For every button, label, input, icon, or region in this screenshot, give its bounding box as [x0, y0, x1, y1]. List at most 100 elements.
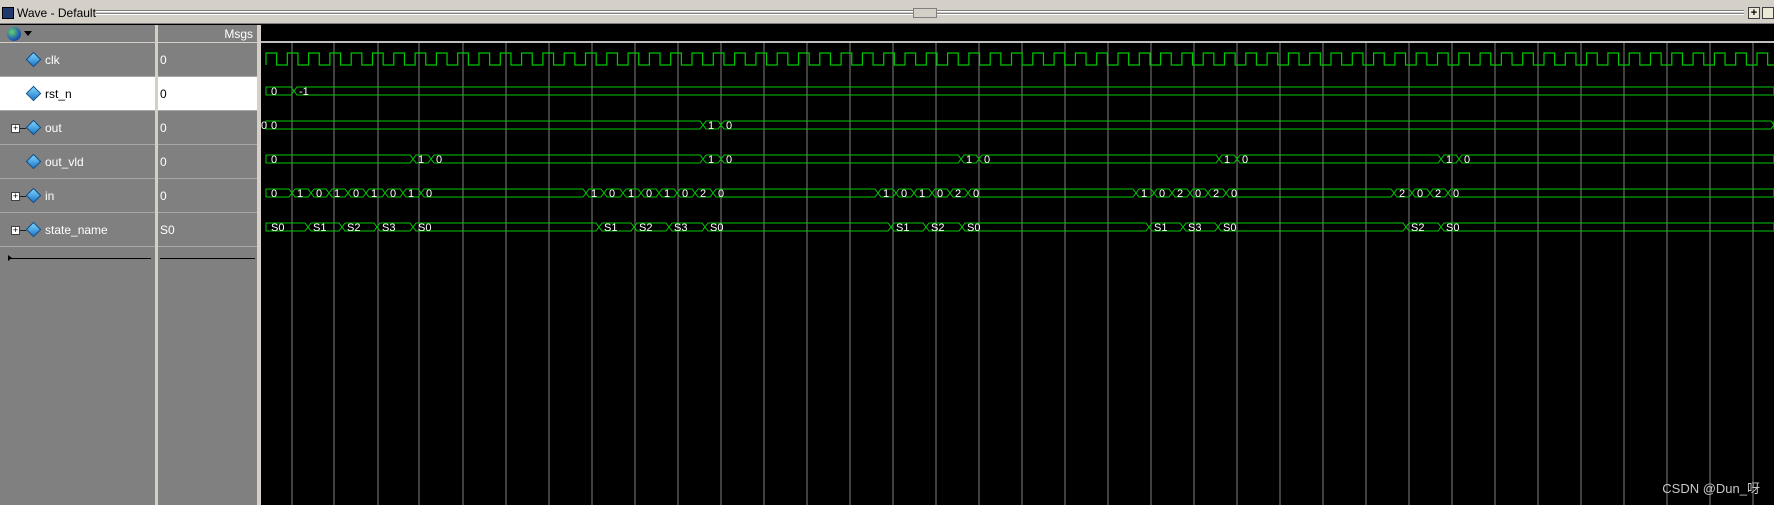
bus-value-label: 1 — [919, 188, 925, 200]
drag-handle[interactable] — [913, 8, 937, 18]
signal-value-in: 0 — [160, 189, 167, 203]
signal-row-clk[interactable]: clk — [0, 43, 155, 77]
bus-value-label: 0 — [901, 188, 907, 200]
waveform-area[interactable]: 0-10101001010101010010101010101010201010… — [261, 43, 1774, 505]
tree-connector — [20, 230, 26, 231]
clk-wave — [265, 52, 1774, 66]
bus-value-label: 0 — [984, 154, 990, 166]
signal-names-pane: clk rst_n + out out_vld + in + state_nam… — [0, 43, 155, 505]
msgs-header-label: Msgs — [224, 27, 253, 41]
bus-value-label: S1 — [313, 222, 326, 234]
globe-icon[interactable] — [7, 27, 21, 41]
bus-value-label: 0 — [1231, 188, 1237, 200]
signal-diamond-icon — [25, 51, 42, 68]
bus-value-label: S2 — [347, 222, 360, 234]
cursor-line-names — [8, 258, 151, 259]
restore-icon[interactable] — [1762, 7, 1774, 19]
bus-value-label: S1 — [1154, 222, 1167, 234]
bus-segment — [420, 188, 587, 198]
bus-value-label: 0 — [1195, 188, 1201, 200]
bus-value-label: 1 — [628, 188, 634, 200]
bus-value-label: 1 — [591, 188, 597, 200]
bus-value-label: S3 — [382, 222, 395, 234]
value-row-out: 0 — [158, 111, 257, 145]
bus-value-label: 0 — [937, 188, 943, 200]
bus-value-label: S0 — [1223, 222, 1236, 234]
bus-value-label: 0 — [1417, 188, 1423, 200]
bus-segment — [720, 154, 962, 164]
bus-segment — [1458, 154, 1774, 164]
title-bar[interactable]: Wave - Default + — [0, 3, 1774, 24]
bus-value-label: 0 — [271, 154, 277, 166]
bus-value-label: 0 — [271, 120, 277, 132]
bus-value-label: 2 — [1399, 188, 1405, 200]
window-title: Wave - Default — [17, 6, 96, 20]
bus-segment — [967, 188, 1137, 198]
bus-value-label: 0 — [609, 188, 615, 200]
value-row-state-name: S0 — [158, 213, 257, 247]
signal-row-out-vld[interactable]: out_vld — [0, 145, 155, 179]
bus-value-label: 1 — [966, 154, 972, 166]
bus-segment — [265, 188, 293, 198]
bus-value-label: 0 — [436, 154, 442, 166]
bus-segment — [712, 188, 879, 198]
bus-value-label: 1 — [297, 188, 303, 200]
signal-diamond-icon — [25, 85, 42, 102]
bus-value-label: 0 — [1464, 154, 1470, 166]
signal-name-out: out — [45, 121, 62, 135]
watermark: CSDN @Dun_呀 — [1662, 481, 1760, 496]
bus-value-label: 0 — [726, 154, 732, 166]
signal-row-state-name[interactable]: + state_name — [0, 213, 155, 247]
value-row-in: 0 — [158, 179, 257, 213]
bus-value-label: 0 — [726, 120, 732, 132]
bus-value-label: 0 — [390, 188, 396, 200]
bus-segment — [265, 120, 704, 130]
bus-value-label: 0 — [316, 188, 322, 200]
bus-value-label: S3 — [674, 222, 687, 234]
bus-value-label: 0 — [973, 188, 979, 200]
plus-icon[interactable]: + — [1748, 7, 1760, 19]
bus-value-label: S0 — [271, 222, 284, 234]
bus-value-label: 0 — [1242, 154, 1248, 166]
wave-header — [261, 25, 1774, 43]
cursor-line-values — [160, 258, 255, 259]
waveform-canvas[interactable]: 0-10101001010101010010101010101010201010… — [261, 43, 1774, 505]
bus-value-label: 1 — [334, 188, 340, 200]
signal-diamond-icon — [25, 153, 42, 170]
chevron-down-icon[interactable] — [24, 31, 32, 36]
signal-name-out-vld: out_vld — [45, 155, 84, 169]
bus-value-label: 1 — [708, 154, 714, 166]
bus-value-label: 0 — [682, 188, 688, 200]
bus-segment — [1440, 222, 1774, 232]
names-header — [0, 25, 155, 43]
signal-value-state-name: S0 — [160, 223, 175, 237]
bus-value-label: 0 — [646, 188, 652, 200]
expand-icon[interactable]: + — [11, 192, 20, 201]
value-row-clk: 0 — [158, 43, 257, 77]
bus-value-label: 2 — [1435, 188, 1441, 200]
signal-row-rst-n[interactable]: rst_n — [0, 77, 155, 111]
bus-value-label: 1 — [664, 188, 670, 200]
bus-value-label: 1 — [1446, 154, 1452, 166]
signal-diamond-icon — [25, 187, 42, 204]
bus-value-label: 1 — [708, 120, 714, 132]
signal-row-in[interactable]: + in — [0, 179, 155, 213]
bus-value-label: 0 — [718, 188, 724, 200]
expand-icon[interactable]: + — [11, 226, 20, 235]
bus-value-label: 1 — [1141, 188, 1147, 200]
signal-row-out[interactable]: + out — [0, 111, 155, 145]
bus-value-label: 0 — [1453, 188, 1459, 200]
bus-value-label: S0 — [418, 222, 431, 234]
bus-segment — [1225, 188, 1395, 198]
expand-icon[interactable]: + — [11, 124, 20, 133]
bus-value-label: -1 — [299, 86, 309, 98]
bus-segment — [293, 86, 1774, 96]
bus-value-label: S1 — [896, 222, 909, 234]
bus-value-label: 2 — [1213, 188, 1219, 200]
bus-value-label: 1 — [418, 154, 424, 166]
signal-diamond-icon — [25, 221, 42, 238]
signal-diamond-icon — [25, 119, 42, 136]
bus-segment — [1217, 222, 1407, 232]
bus-value-label: 0 — [1159, 188, 1165, 200]
bus-segment — [720, 120, 1774, 130]
